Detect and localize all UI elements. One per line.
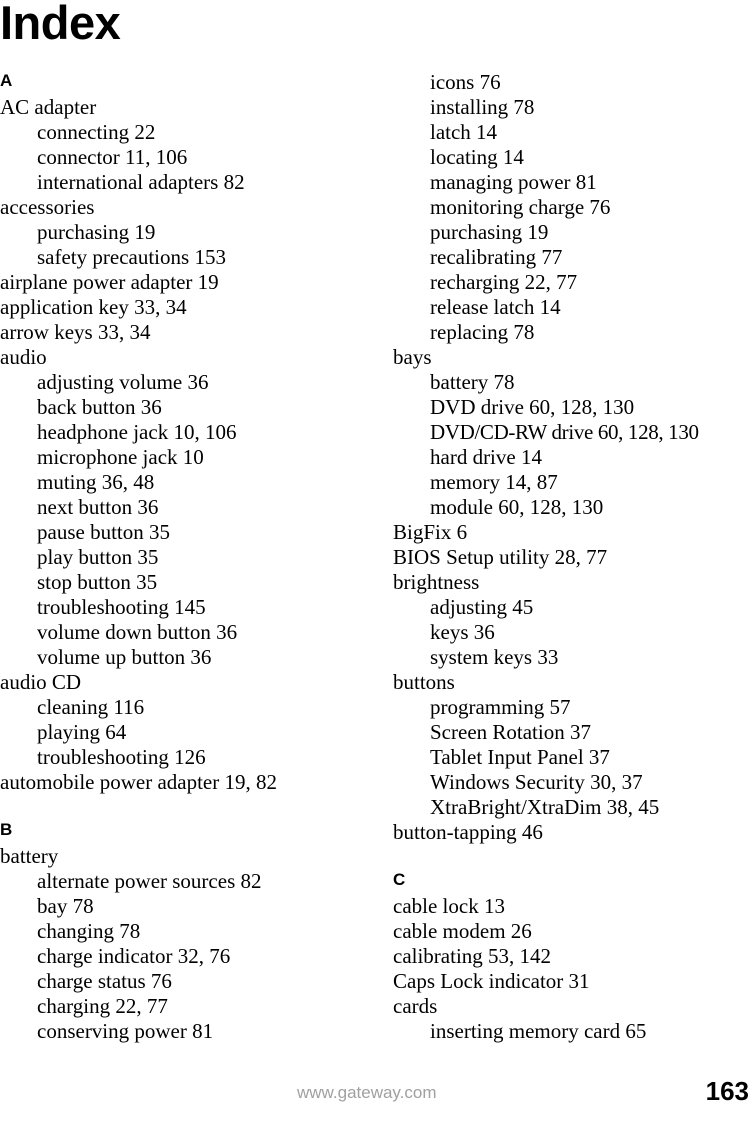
index-subentry: charging 22, 77	[37, 994, 168, 1018]
footer-url: www.gateway.com	[297, 1083, 437, 1102]
index-body: A AC adapter connecting 22 connector 11, 10…	[0, 70, 749, 1070]
index-subentry: changing 78	[37, 919, 141, 943]
index-subentry: locating 14	[430, 145, 524, 169]
index-subentry: cleaning 116	[37, 695, 145, 719]
index-entry: cable modem 26	[393, 919, 532, 943]
index-subentry: monitoring charge 76	[430, 195, 611, 219]
index-entry: buttons	[393, 670, 455, 694]
index-entry: accessories	[0, 195, 95, 219]
index-entry: brightness	[393, 570, 480, 594]
index-entry: audio CD	[0, 670, 82, 694]
index-letter-heading: B	[0, 820, 13, 839]
index-subentry: module 60, 128, 130	[430, 495, 604, 519]
index-entry: calibrating 53, 142	[393, 944, 552, 968]
index-subentry: hard drive 14	[430, 445, 542, 469]
index-subentry: inserting memory card 65	[430, 1019, 647, 1043]
index-entry: cable lock 13	[393, 894, 505, 918]
index-subentry: playing 64	[37, 720, 127, 744]
index-section-b: Bbattery alternate power sources 82 bay 78…	[0, 819, 356, 1044]
index-subentry: volume up button 36	[37, 645, 212, 669]
index-entry: airplane power adapter 19	[0, 270, 219, 294]
index-entry: cards	[393, 994, 438, 1018]
index-entry: button-tapping 46	[393, 820, 543, 844]
index-entry: bays	[393, 345, 432, 369]
index-subentry: release latch 14	[430, 295, 561, 319]
index-subentry: stop button 35	[37, 570, 158, 594]
index-subentry: bay 78	[37, 894, 94, 918]
index-subentry: adjusting volume 36	[37, 370, 209, 394]
index-subentry: safety precautions 153	[37, 245, 226, 269]
index-subentry: conserving power 81	[37, 1019, 214, 1043]
index-subentry: memory 14, 87	[430, 470, 558, 494]
index-subentry: microphone jack 10	[37, 445, 204, 469]
index-subentry: connecting 22	[37, 120, 156, 144]
index-subentry: charge indicator 32, 76	[37, 944, 231, 968]
index-entry: BIOS Setup utility 28, 77	[393, 545, 608, 569]
index-subentry: connector 11, 106	[37, 145, 188, 169]
index-section-a: A AC adapter connecting 22 connector 11, 10…	[0, 70, 356, 795]
index-entry: arrow keys 33, 34	[0, 320, 151, 344]
index-subentry: international adapters 82	[37, 170, 245, 194]
index-subentry: battery 78	[430, 370, 515, 394]
index-subentry: back button 36	[37, 395, 162, 419]
index-letter-heading: A	[0, 71, 13, 90]
index-subentry: muting 36, 48	[37, 470, 155, 494]
page-title: Index	[0, 0, 121, 49]
index-subentry: installing 78	[430, 95, 535, 119]
index-subentry: alternate power sources 82	[37, 869, 262, 893]
index-subentry: replacing 78	[430, 320, 535, 344]
index-entry: audio	[0, 345, 47, 369]
index-subentry: managing power 81	[430, 170, 597, 194]
index-subentry: Screen Rotation 37	[430, 720, 591, 744]
index-subentry: troubleshooting 145	[37, 595, 206, 619]
index-subentry: DVD/CD-RW drive 60, 128, 130	[430, 420, 699, 444]
index-subentry: recharging 22, 77	[430, 270, 578, 294]
index-section-continued: icons 76 installing 78 latch 14 locating 14…	[393, 70, 749, 845]
index-entry: battery	[0, 844, 59, 868]
index-subentry: headphone jack 10, 106	[37, 420, 237, 444]
index-subentry: pause button 35	[37, 520, 170, 544]
index-subentry: programming 57	[430, 695, 571, 719]
index-subentry: adjusting 45	[430, 595, 534, 619]
index-column-left: A AC adapter connecting 22 connector 11, 10…	[0, 70, 356, 1044]
index-subentry: system keys 33	[430, 645, 559, 669]
index-subentry: play button 35	[37, 545, 159, 569]
index-entry: BigFix 6	[393, 520, 468, 544]
index-entry: AC adapter	[0, 95, 97, 119]
index-subentry: XtraBright/XtraDim 38, 45	[430, 795, 660, 819]
footer-page-number: 163	[705, 1076, 749, 1106]
index-section-c: Ccable lock 13 cable modem 26 calibrating …	[393, 869, 749, 1044]
index-column-right: icons 76 installing 78 latch 14 locating 14…	[393, 70, 749, 1044]
index-subentry: icons 76	[430, 70, 501, 94]
index-subentry: volume down button 36	[37, 620, 238, 644]
index-subentry: charge status 76	[37, 969, 172, 993]
index-subentry: next button 36	[37, 495, 159, 519]
index-entry: automobile power adapter 19, 82	[0, 770, 277, 794]
page-footer: www.gateway.com 163	[0, 1076, 749, 1122]
index-entry: application key 33, 34	[0, 295, 187, 319]
index-subentry: purchasing 19	[430, 220, 549, 244]
index-subentry: Windows Security 30, 37	[430, 770, 643, 794]
index-subentry: troubleshooting 126	[37, 745, 206, 769]
index-subentry: Tablet Input Panel 37	[430, 745, 610, 769]
index-subentry: keys 36	[430, 620, 495, 644]
index-subentry: latch 14	[430, 120, 498, 144]
index-subentry: DVD drive 60, 128, 130	[430, 395, 635, 419]
index-letter-heading: C	[393, 870, 406, 889]
index-subentry: recalibrating 77	[430, 245, 563, 269]
index-subentry: purchasing 19	[37, 220, 156, 244]
index-entry: Caps Lock indicator 31	[393, 969, 590, 993]
